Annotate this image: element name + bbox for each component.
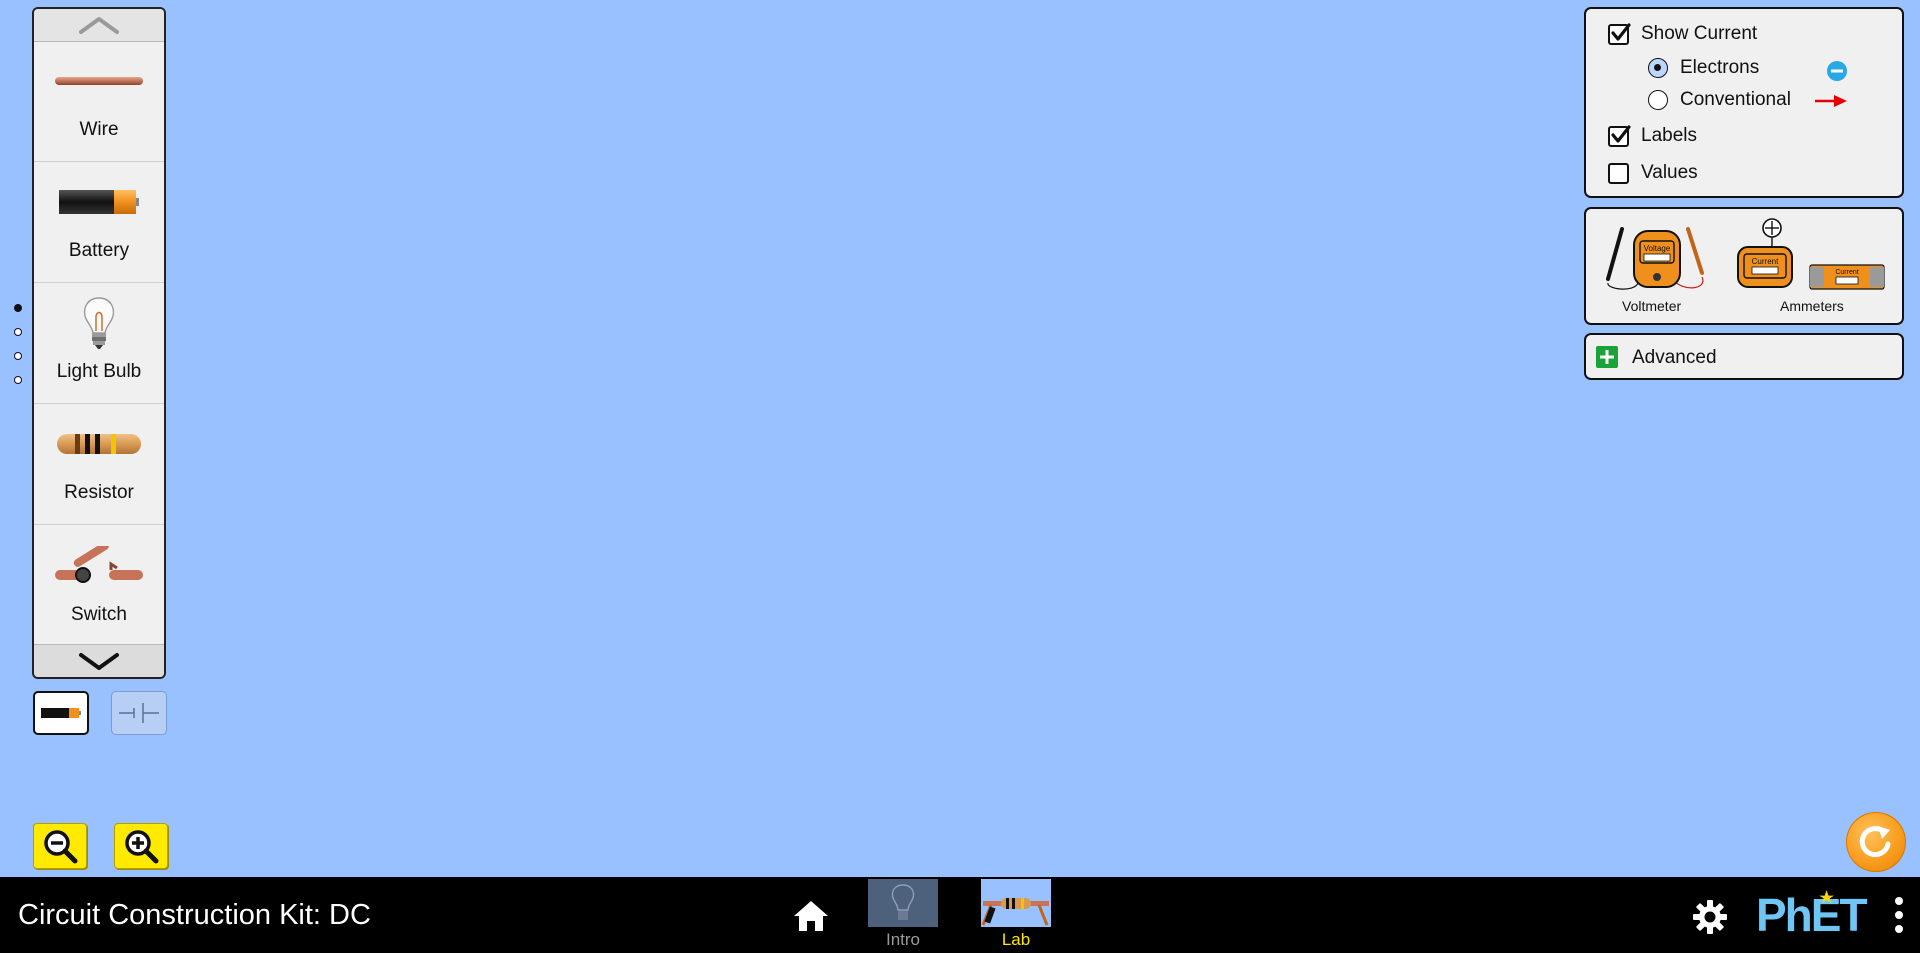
settings-button[interactable] [1692, 899, 1728, 940]
tab-lab-label: Lab [1001, 930, 1031, 949]
lifelike-view-button[interactable] [33, 691, 89, 735]
carousel-page-dot-3[interactable] [14, 352, 22, 360]
values-label: Values [1641, 162, 1698, 183]
values-checkbox[interactable]: Values [1608, 162, 1698, 184]
carousel-item-resistor[interactable]: Resistor [34, 405, 164, 525]
zoom-out-icon [44, 830, 78, 864]
home-button[interactable] [792, 899, 830, 938]
display-options-panel: Show Current Electrons Conventional Labe… [1584, 7, 1904, 198]
reset-all-button[interactable] [1846, 812, 1906, 872]
conventional-radio[interactable] [1648, 90, 1668, 110]
conventional-radio-option[interactable]: Conventional [1648, 89, 1791, 111]
lab-thumbnail [981, 879, 1051, 927]
advanced-accordion[interactable]: Advanced [1584, 333, 1904, 380]
wire-icon [55, 77, 143, 85]
carousel-item-switch[interactable]: Switch [34, 526, 164, 646]
electrons-radio[interactable] [1648, 58, 1668, 78]
voltmeter-tool[interactable]: Voltage Voltmeter [1604, 217, 1716, 321]
chevron-down-icon [79, 653, 119, 670]
phet-logo[interactable]: PhET [1756, 889, 1884, 942]
electrons-radio-option[interactable]: Electrons [1648, 57, 1759, 79]
electrons-label: Electrons [1680, 57, 1760, 78]
voltmeter-screen-text: Voltage [1644, 244, 1671, 253]
checkmark-icon [1611, 124, 1631, 143]
resistor-icon [981, 898, 1049, 926]
labels-label: Labels [1641, 125, 1697, 146]
expand-plus-icon[interactable] [1596, 346, 1618, 368]
ammeters-label: Ammeters [1780, 298, 1844, 314]
light-bulb-label: Light Bulb [56, 361, 142, 382]
labels-checkbox[interactable]: Labels [1608, 124, 1697, 147]
ammeters-tool[interactable]: Current Current Ammeters [1736, 217, 1896, 321]
carousel-page-dot-1[interactable] [14, 304, 22, 312]
intro-thumbnail [868, 879, 938, 927]
zoom-in-icon [125, 830, 159, 864]
conventional-label: Conventional [1680, 89, 1791, 110]
ammeter-probe-screen-text: Current [1835, 269, 1858, 276]
resistor-label: Resistor [64, 482, 134, 503]
resistor-icon [57, 434, 141, 454]
carousel-page-dot-4[interactable] [14, 376, 22, 384]
kebab-menu-icon [1895, 897, 1903, 933]
light-bulb-icon [891, 884, 915, 920]
zoom-in-button[interactable] [114, 823, 168, 869]
zoom-out-button[interactable] [33, 823, 87, 869]
voltmeter-icon: Voltage [1606, 227, 1704, 290]
checkmark-icon [1611, 22, 1631, 41]
svg-text:PhET: PhET [1756, 889, 1867, 937]
values-check-box[interactable] [1608, 162, 1629, 184]
schematic-battery-icon [119, 703, 159, 723]
carousel-item-light-bulb[interactable]: Light Bulb [34, 284, 164, 404]
show-current-label: Show Current [1641, 23, 1758, 44]
sensor-toolbox-panel: Voltage Voltmeter Current Current Ammete… [1584, 207, 1904, 325]
voltmeter-label: Voltmeter [1622, 298, 1682, 314]
advanced-label: Advanced [1632, 347, 1717, 368]
carousel-item-battery[interactable]: Battery [34, 163, 164, 283]
carousel-next-button[interactable] [34, 644, 164, 677]
reset-icon [1859, 826, 1891, 858]
battery-label: Battery [68, 240, 130, 261]
phet-logo-icon: PhET [1756, 889, 1869, 941]
battery-icon [59, 190, 139, 214]
chevron-up-icon [79, 17, 119, 34]
arrow-right-icon [1815, 95, 1847, 107]
carousel-item-wire[interactable]: Wire [34, 42, 164, 162]
carousel-page-dot-2[interactable] [14, 328, 22, 336]
battery-icon [41, 708, 81, 718]
wire-label: Wire [79, 119, 119, 140]
electron-icon [1827, 61, 1847, 81]
light-bulb-icon [83, 297, 115, 349]
tab-intro-label: Intro [885, 930, 921, 949]
tab-intro[interactable]: Intro [868, 879, 938, 950]
navigation-bar: Circuit Construction Kit: DC Intro Lab P… [0, 877, 1920, 953]
ammeter-icon: Current Current [1737, 218, 1885, 290]
gear-icon [1693, 900, 1727, 934]
schematic-view-button[interactable] [111, 691, 167, 735]
show-current-check-box[interactable] [1608, 22, 1631, 45]
labels-check-box[interactable] [1608, 124, 1631, 147]
sim-title: Circuit Construction Kit: DC [18, 899, 371, 931]
home-icon [794, 901, 828, 931]
component-carousel: Wire Battery Light Bulb Resistor Switch [32, 7, 166, 679]
carousel-prev-button[interactable] [34, 9, 164, 42]
switch-icon [55, 546, 143, 583]
show-current-checkbox[interactable]: Show Current [1608, 22, 1758, 45]
switch-label: Switch [71, 604, 127, 625]
ammeter-screen-text: Current [1752, 257, 1779, 266]
tab-lab[interactable]: Lab [981, 879, 1051, 950]
options-menu-button[interactable] [1892, 895, 1906, 940]
